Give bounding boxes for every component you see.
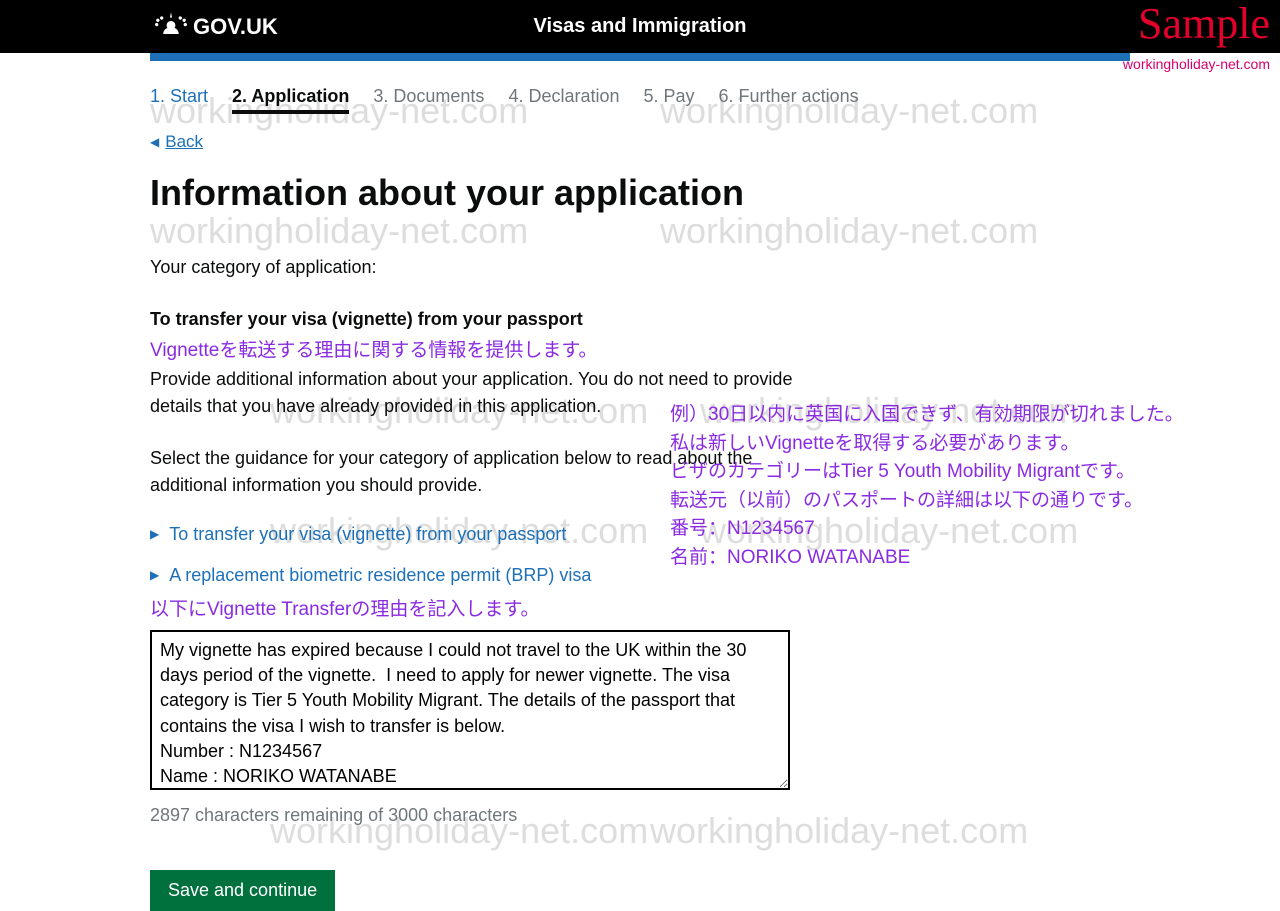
annotation-example: 例）30日以内に英国に入国できず、有効期限が切れました。 私は新しいVignet… [670, 401, 1270, 572]
header-blue-bar [150, 53, 1130, 61]
reason-textarea[interactable] [150, 630, 790, 790]
disclosure-label: To transfer your visa (vignette) from yo… [169, 524, 566, 545]
char-count: 2897 characters remaining of 3000 charac… [150, 805, 1130, 826]
back-link-label: Back [165, 132, 203, 152]
service-name: Visas and Immigration [533, 15, 746, 38]
category-label: Your category of application: [150, 254, 1130, 281]
triangle-right-icon: ▶ [150, 527, 159, 541]
example-line: ビザのカテゴリーはTier 5 Youth Mobility Migrantです… [670, 458, 1270, 487]
source-url: workingholiday-net.com [1123, 56, 1270, 72]
disclosure-label: A replacement biometric residence permit… [169, 565, 591, 586]
save-and-continue-button[interactable]: Save and continue [150, 870, 335, 911]
crown-icon [155, 11, 193, 43]
example-line: 例）30日以内に英国に入国できず、有効期限が切れました。 [670, 401, 1270, 430]
annotation-reason-heading: Vignetteを転送する理由に関する情報を提供します。 [150, 337, 1130, 366]
step-further[interactable]: 6. Further actions [719, 86, 859, 114]
triangle-right-icon: ▶ [150, 568, 159, 582]
govuk-logo-text: GOV.UK [193, 14, 278, 40]
govuk-header: GOV.UK Visas and Immigration Sample [0, 0, 1280, 53]
example-line: 私は新しいVignetteを取得する必要があります。 [670, 430, 1270, 459]
step-application[interactable]: 2. Application [232, 86, 349, 114]
govuk-logo[interactable]: GOV.UK [155, 11, 278, 43]
example-line: 番号：N1234567 [670, 515, 1270, 544]
step-start[interactable]: 1. Start [150, 86, 208, 114]
example-line: 名前：NORIKO WATANABE [670, 544, 1270, 573]
step-pay[interactable]: 5. Pay [644, 86, 695, 114]
step-documents[interactable]: 3. Documents [373, 86, 484, 114]
sample-stamp: Sample [1138, 0, 1270, 49]
progress-steps: 1. Start 2. Application 3. Documents 4. … [150, 86, 1130, 114]
example-line: 転送元（以前）のパスポートの詳細は以下の通りです。 [670, 487, 1270, 516]
page-title: Information about your application [150, 172, 1130, 214]
category-value: To transfer your visa (vignette) from yo… [150, 306, 1130, 333]
annotation-reason-note: 以下にVignette Transferの理由を記入します。 [150, 596, 1130, 625]
back-link[interactable]: ◀ Back [150, 132, 203, 152]
triangle-left-icon: ◀ [150, 135, 159, 149]
step-declaration[interactable]: 4. Declaration [508, 86, 619, 114]
